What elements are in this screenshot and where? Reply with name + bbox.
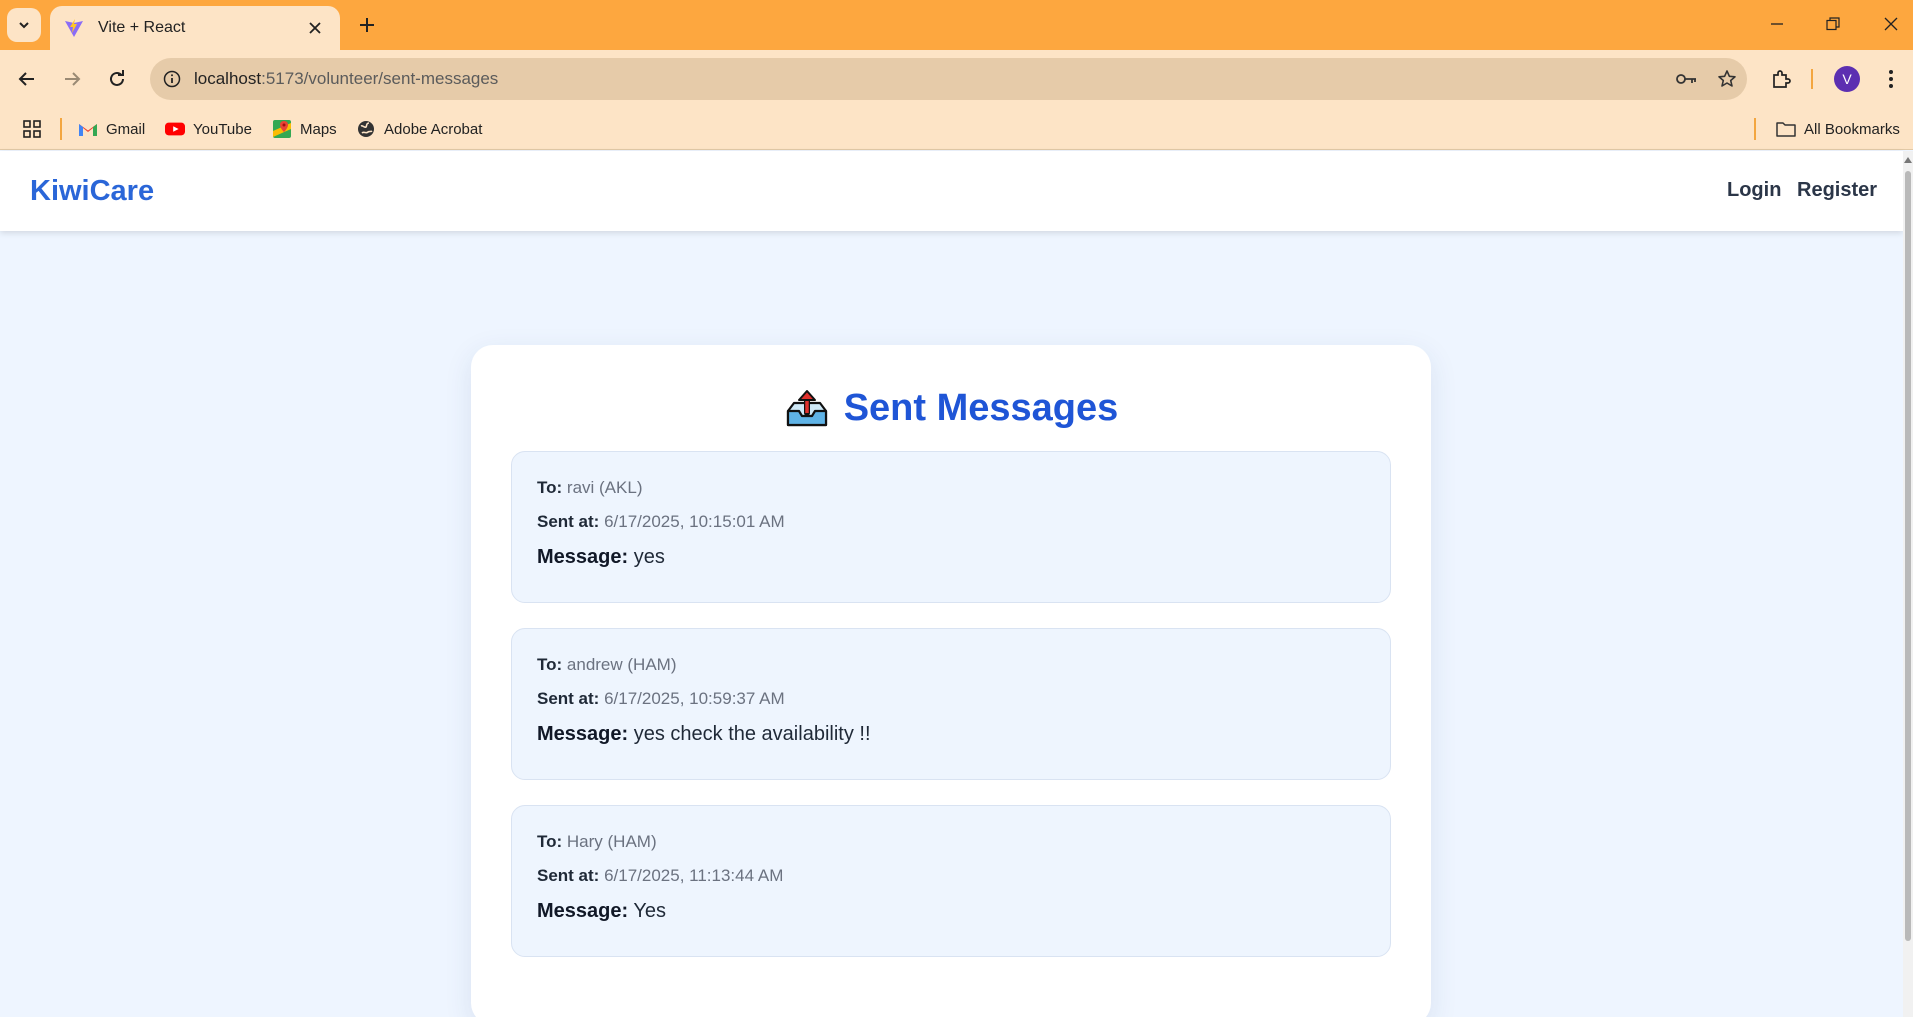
bookmark-label: YouTube: [193, 120, 252, 138]
plus-icon: [360, 18, 374, 32]
address-bar[interactable]: localhost:5173/volunteer/sent-messages: [150, 58, 1747, 100]
site-info-icon[interactable]: [150, 58, 194, 100]
back-button[interactable]: [10, 62, 44, 96]
youtube-icon: [165, 119, 185, 139]
card-title-text: Sent Messages: [843, 387, 1119, 429]
restore-button[interactable]: [1808, 4, 1858, 44]
bookmark-label: Maps: [300, 120, 337, 138]
bookmark-youtube[interactable]: YouTube: [165, 114, 252, 144]
sent-at-value: 6/17/2025, 10:59:37 AM: [604, 689, 785, 708]
maps-icon: [272, 119, 292, 139]
login-link[interactable]: Login: [1727, 179, 1781, 202]
all-bookmarks-label: All Bookmarks: [1804, 120, 1900, 138]
message-value: yes: [633, 546, 665, 568]
sent-at-value: 6/17/2025, 10:15:01 AM: [604, 512, 785, 531]
to-label: To:: [537, 478, 563, 497]
message-item: To: andrew (HAM) Sent at: 6/17/2025, 10:…: [511, 628, 1391, 780]
reload-icon: [110, 70, 124, 86]
recipient-value: Hary (HAM): [566, 832, 657, 851]
sent-at-label: Sent at:: [537, 866, 600, 885]
forward-button[interactable]: [55, 62, 89, 96]
more-vertical-icon: [1889, 70, 1893, 88]
message-value: yes check the availability !!: [633, 723, 871, 745]
apps-button[interactable]: [22, 114, 42, 144]
minimize-button[interactable]: [1752, 4, 1802, 44]
message-label: Message:: [537, 546, 629, 568]
page-title: Sent Messages: [471, 387, 1431, 430]
recipient-line: To: ravi (AKL): [537, 478, 1365, 498]
message-line: Message: yes: [537, 546, 1365, 569]
bookmark-star-icon[interactable]: [1707, 58, 1747, 100]
message-item: To: Hary (HAM) Sent at: 6/17/2025, 11:13…: [511, 805, 1391, 957]
bookmark-gmail[interactable]: Gmail: [78, 114, 145, 144]
recipient-value: andrew (HAM): [566, 655, 677, 674]
reload-button[interactable]: [100, 62, 134, 96]
page-viewport: KiwiCare Login Register Sent Messages To…: [0, 151, 1903, 1017]
profile-avatar[interactable]: V: [1834, 66, 1860, 92]
menu-button[interactable]: [1874, 62, 1908, 96]
site-navbar: KiwiCare Login Register: [0, 151, 1903, 231]
new-tab-button[interactable]: [352, 10, 382, 40]
arrow-left-icon: [18, 72, 34, 86]
bookmark-maps[interactable]: Maps: [272, 114, 337, 144]
message-value: Yes: [633, 900, 666, 922]
recipient-value: ravi (AKL): [566, 478, 643, 497]
gmail-icon: [78, 119, 98, 139]
register-link[interactable]: Register: [1797, 179, 1877, 202]
brand-logo[interactable]: KiwiCare: [30, 175, 154, 208]
globe-icon: [356, 119, 376, 139]
message-item: To: ravi (AKL) Sent at: 6/17/2025, 10:15…: [511, 451, 1391, 603]
sent-messages-card: Sent Messages To: ravi (AKL) Sent at: 6/…: [471, 345, 1431, 1017]
scroll-up-arrow-icon[interactable]: [1904, 157, 1912, 163]
recipient-line: To: Hary (HAM): [537, 832, 1365, 852]
bookmark-divider: [1754, 118, 1756, 140]
to-label: To:: [537, 832, 563, 851]
password-key-icon[interactable]: [1667, 58, 1707, 100]
message-label: Message:: [537, 900, 629, 922]
bookmark-adobe-acrobat[interactable]: Adobe Acrobat: [356, 114, 482, 144]
arrow-right-icon: [65, 72, 81, 86]
browser-tab[interactable]: Vite + React: [50, 6, 340, 50]
message-line: Message: Yes: [537, 900, 1365, 923]
sent-at-line: Sent at: 6/17/2025, 10:15:01 AM: [537, 512, 1365, 532]
message-label: Message:: [537, 723, 629, 745]
apps-grid-icon: [23, 120, 41, 138]
browser-toolbar: localhost:5173/volunteer/sent-messages V: [0, 50, 1913, 108]
bookmark-label: Adobe Acrobat: [384, 120, 483, 138]
restore-icon: [1826, 17, 1840, 31]
sent-at-label: Sent at:: [537, 689, 600, 708]
minimize-icon: [1771, 23, 1783, 25]
extensions-button[interactable]: [1764, 62, 1798, 96]
tab-title: Vite + React: [98, 19, 186, 36]
url-host: localhost: [194, 69, 262, 88]
bookmark-divider: [60, 118, 62, 140]
sent-at-line: Sent at: 6/17/2025, 10:59:37 AM: [537, 689, 1365, 709]
close-icon: [1884, 17, 1898, 31]
tab-search-button[interactable]: [7, 8, 41, 42]
bookmark-label: Gmail: [106, 120, 146, 138]
sent-at-line: Sent at: 6/17/2025, 11:13:44 AM: [537, 866, 1365, 886]
outbox-tray-icon: [786, 389, 827, 426]
puzzle-icon: [1773, 70, 1791, 88]
bookmarks-bar: Gmail YouTube Maps Adobe Acrobat All Boo…: [0, 108, 1913, 150]
toolbar-divider: [1811, 69, 1813, 89]
message-line: Message: yes check the availability !!: [537, 723, 1365, 746]
page-scrollbar[interactable]: [1903, 151, 1913, 1017]
url-path: :5173/volunteer/sent-messages: [261, 69, 499, 88]
close-window-button[interactable]: [1866, 4, 1913, 44]
all-bookmarks-button[interactable]: All Bookmarks: [1776, 114, 1900, 144]
tab-strip: Vite + React: [0, 0, 1913, 50]
sent-at-value: 6/17/2025, 11:13:44 AM: [604, 866, 784, 885]
to-label: To:: [537, 655, 563, 674]
chevron-down-icon: [19, 22, 29, 29]
folder-icon: [1776, 119, 1796, 139]
close-tab-icon[interactable]: [304, 17, 326, 39]
sent-at-label: Sent at:: [537, 512, 600, 531]
url-text: localhost:5173/volunteer/sent-messages: [194, 69, 1667, 89]
recipient-line: To: andrew (HAM): [537, 655, 1365, 675]
vite-icon: [65, 19, 83, 37]
scrollbar-thumb[interactable]: [1905, 171, 1911, 941]
